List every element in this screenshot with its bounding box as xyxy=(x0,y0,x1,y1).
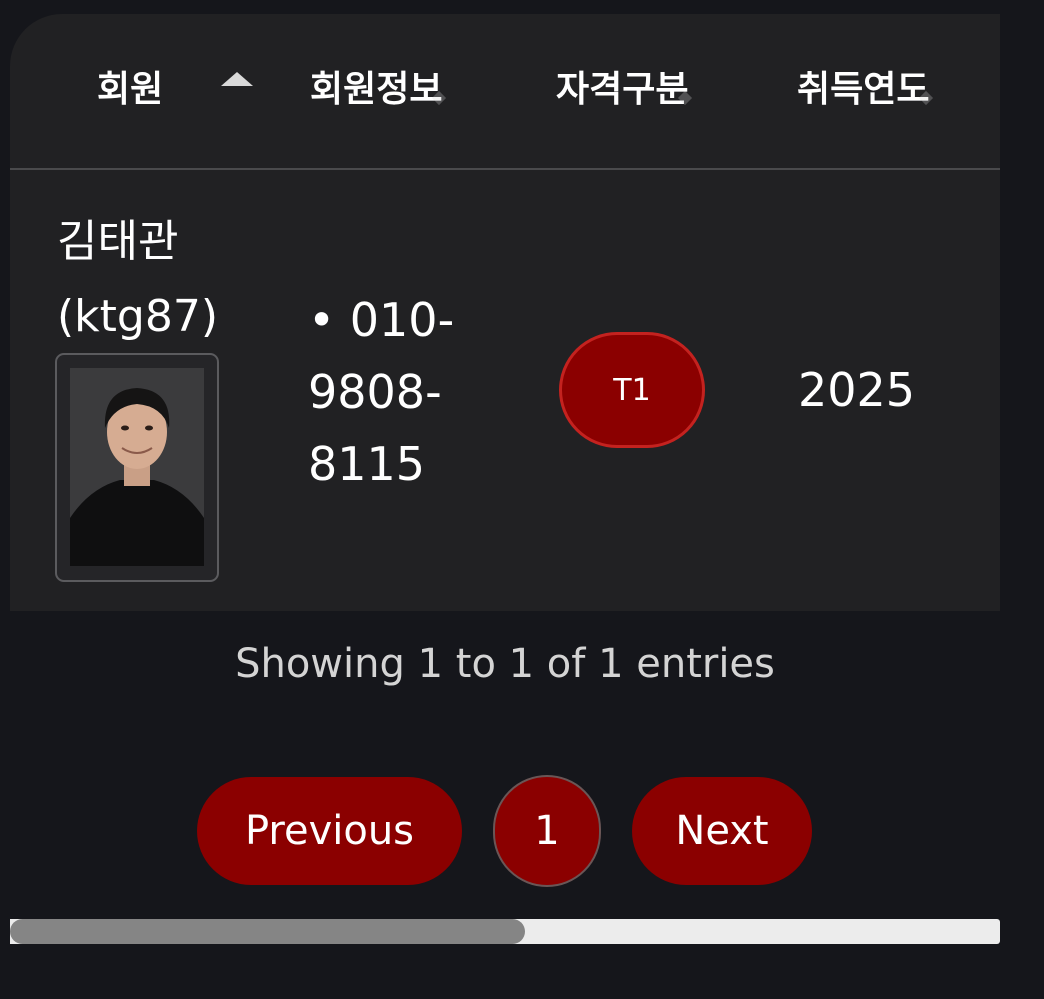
member-photo-frame[interactable] xyxy=(55,353,219,582)
column-header-qualification[interactable]: 자격구분 xyxy=(556,70,688,110)
portrait-image xyxy=(70,368,204,566)
sort-ascending-icon xyxy=(221,72,253,86)
column-header-member-info[interactable]: 회원정보 xyxy=(310,70,442,110)
member-name: 김태관 xyxy=(57,216,179,267)
phone-part-2: 9808- xyxy=(308,365,442,419)
phone-bullet: • xyxy=(308,293,336,347)
phone-part-1: 010- xyxy=(349,293,455,347)
column-header-year[interactable]: 취득연도 xyxy=(797,70,929,110)
entries-info: Showing 1 to 1 of 1 entries xyxy=(235,641,775,687)
scrollbar-thumb[interactable] xyxy=(10,919,525,944)
table-header: 회원 회원정보 자격구분 취득연도 xyxy=(10,14,1000,170)
member-phone: • 010- 9808- 8115 xyxy=(308,284,508,500)
next-button[interactable]: Next xyxy=(632,777,812,885)
previous-button[interactable]: Previous xyxy=(197,777,462,885)
page-1-button[interactable]: 1 xyxy=(493,775,601,887)
members-table: 회원 회원정보 자격구분 취득연도 김태관 (ktg87) • 010- 980… xyxy=(10,14,1000,611)
member-user-id: (ktg87) xyxy=(57,291,218,342)
member-photo xyxy=(70,368,204,566)
qualification-badge: T1 xyxy=(559,332,705,448)
column-header-member[interactable]: 회원 xyxy=(97,70,163,110)
acquisition-year: 2025 xyxy=(798,363,916,417)
horizontal-scrollbar[interactable] xyxy=(10,919,1000,944)
phone-line-1: • 010- xyxy=(308,284,508,356)
phone-part-3: 8115 xyxy=(308,437,426,491)
